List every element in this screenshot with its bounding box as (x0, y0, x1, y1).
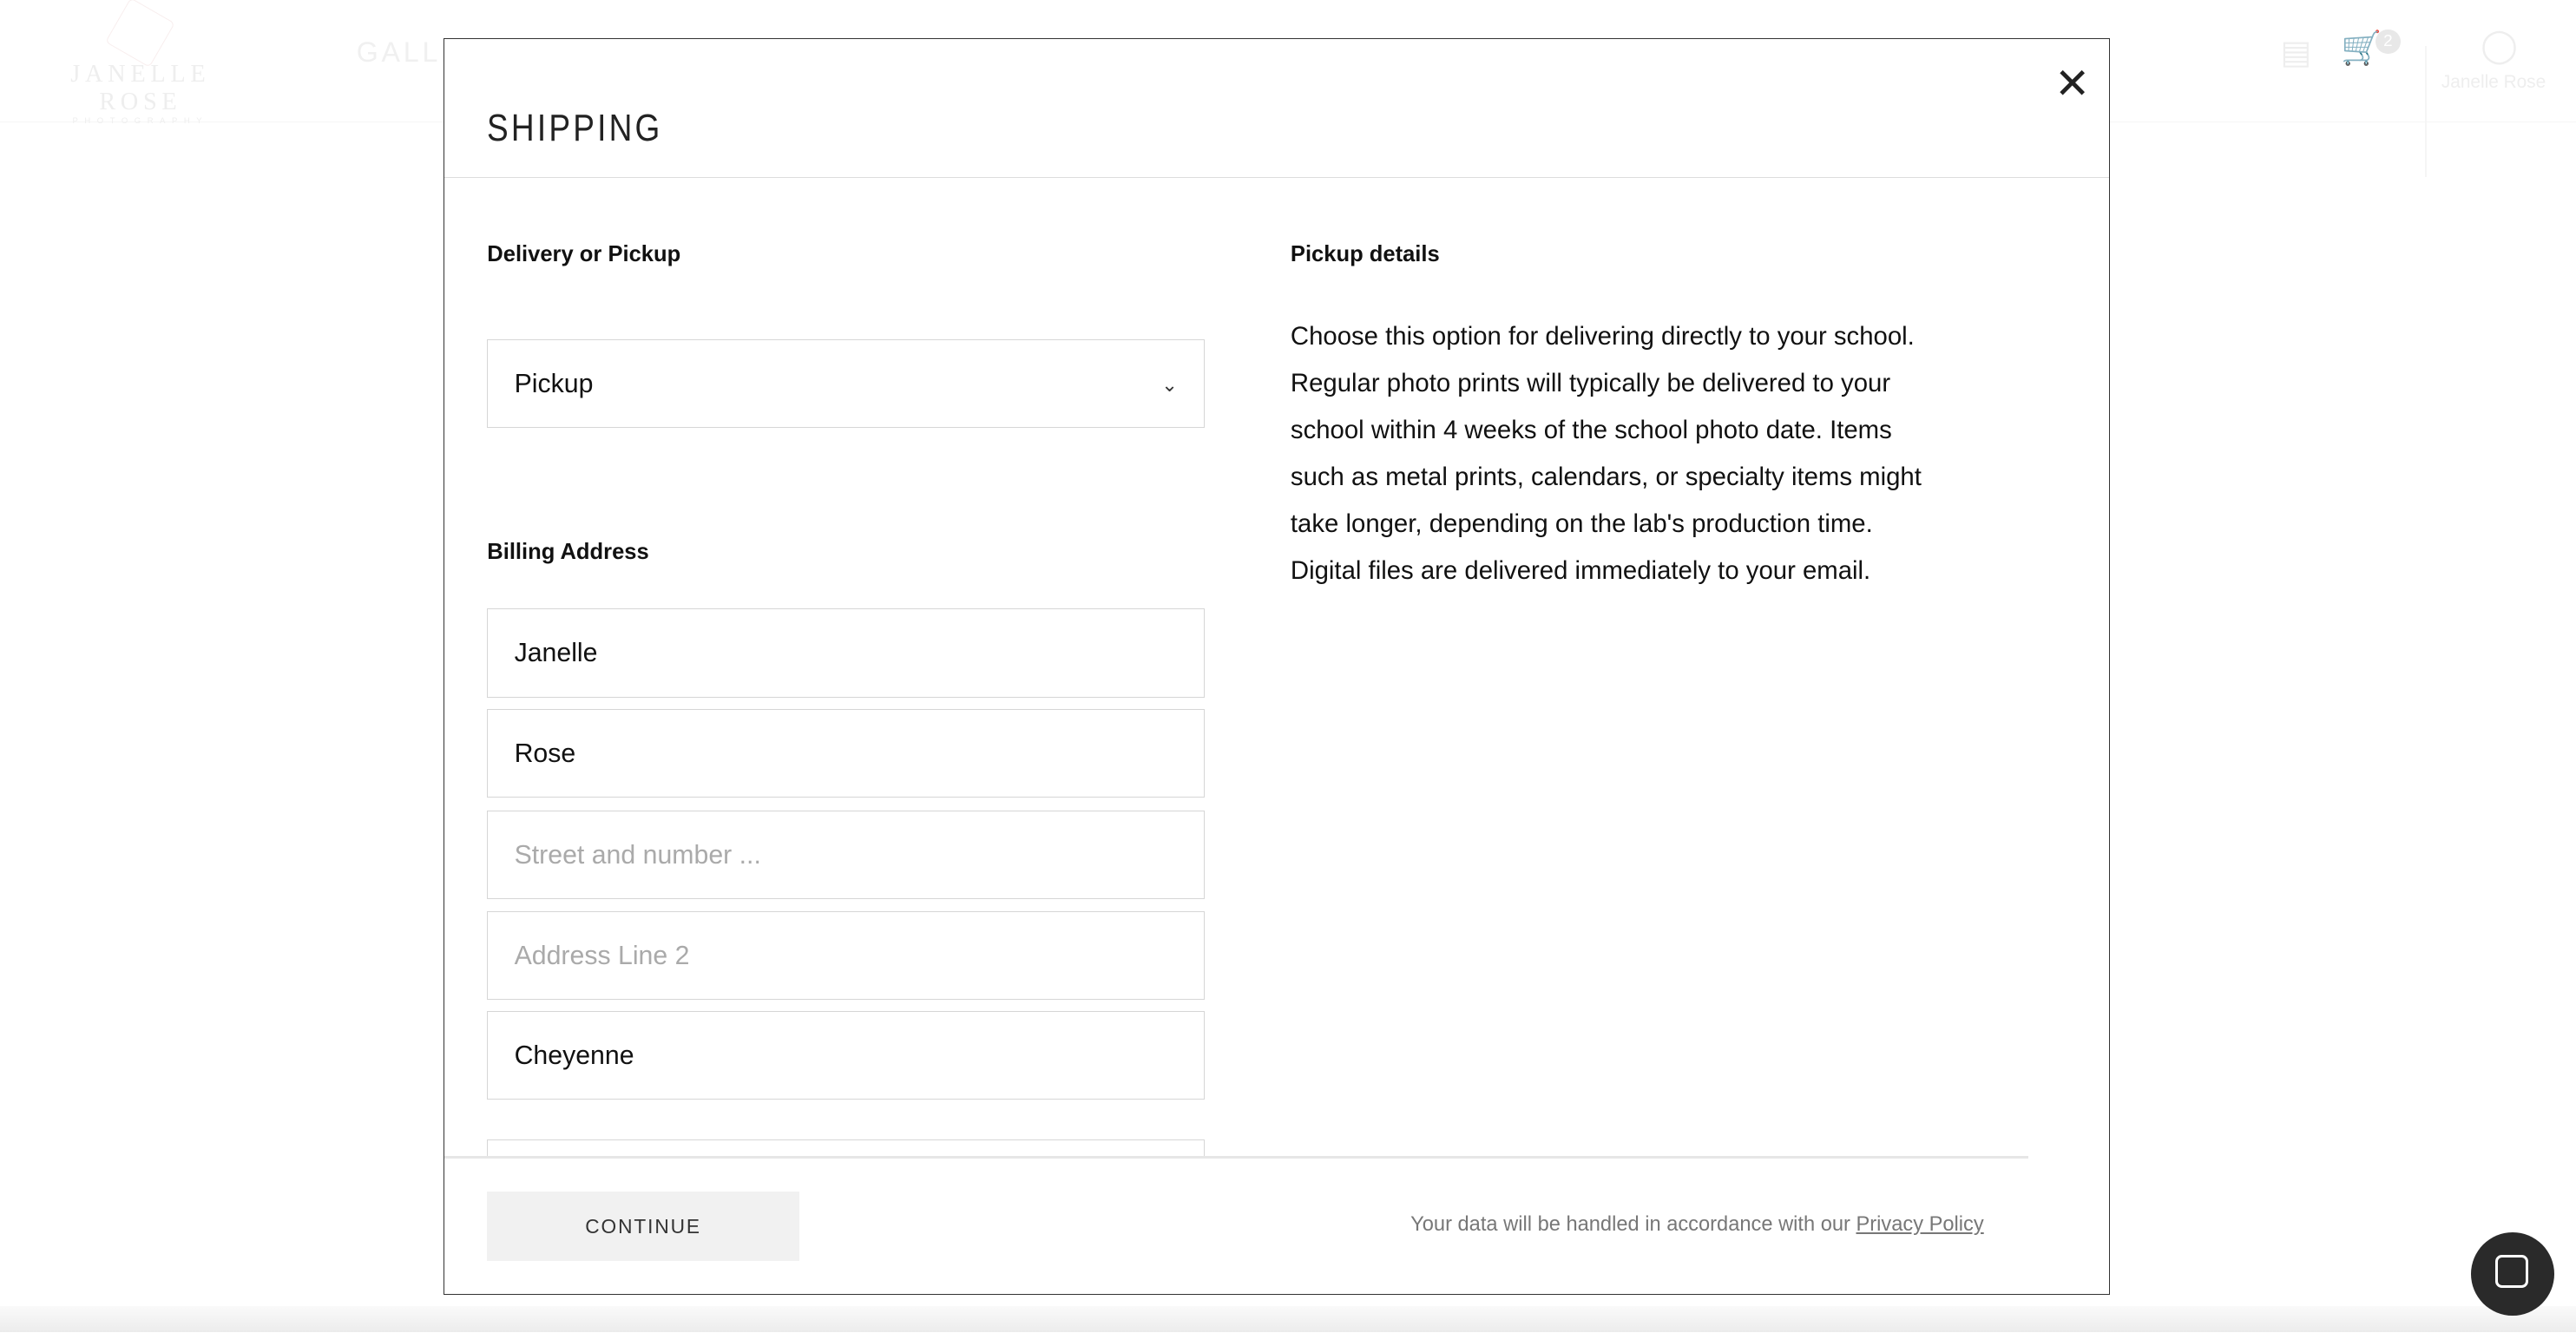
pickup-line: such as metal prints, calendars, or spec… (1290, 463, 1922, 492)
city-input[interactable]: Cheyenne (487, 1011, 1206, 1100)
logo[interactable]: JANELLE ROSE PHOTOGRAPHY (30, 0, 252, 127)
shipping-modal: SHIPPING ✕ Delivery or Pickup Pickup ⌄ B… (444, 37, 2110, 1295)
continue-button[interactable]: CONTINUE (487, 1192, 799, 1261)
clipboard-icon[interactable]: ▤ (2280, 33, 2311, 72)
address-line2-placeholder: Address Line 2 (514, 941, 690, 970)
pickup-line: school within 4 weeks of the school phot… (1290, 415, 1892, 444)
user-icon[interactable]: ◯ (2481, 26, 2517, 65)
logo-name: JANELLE ROSE (70, 61, 211, 116)
first-name-input[interactable]: Janelle (487, 608, 1206, 698)
next-input-partial[interactable] (487, 1139, 1206, 1158)
chevron-down-icon: ⌄ (1161, 372, 1179, 396)
chat-button[interactable] (2470, 1231, 2555, 1317)
page-bottom (0, 1305, 2576, 1333)
logo-sub: PHOTOGRAPHY (72, 116, 209, 127)
close-icon[interactable]: ✕ (2054, 58, 2090, 108)
pickup-line: take longer, depending on the lab's prod… (1290, 509, 1873, 539)
last-name-value: Rose (514, 739, 576, 768)
first-name-value: Janelle (514, 639, 598, 668)
pickup-line: Regular photo prints will typically be d… (1290, 368, 1891, 397)
billing-label: Billing Address (487, 539, 649, 564)
cart-count-badge: 2 (2376, 30, 2401, 55)
pickup-line: Digital files are delivered immediately … (1290, 556, 1871, 586)
pickup-line: Choose this option for delivering direct… (1290, 321, 1915, 351)
pickup-details-text: Choose this option for delivering direct… (1291, 313, 2014, 595)
user-name[interactable]: Janelle Rose (2441, 72, 2546, 93)
header-divider (2424, 46, 2427, 178)
delivery-select[interactable]: Pickup ⌄ (487, 338, 1206, 429)
street-input[interactable]: Street and number ... (487, 811, 1206, 900)
logo-mark-icon (105, 0, 175, 68)
footer-divider (444, 1155, 2028, 1159)
street-placeholder: Street and number ... (514, 841, 761, 870)
pickup-details-title: Pickup details (1290, 242, 1440, 267)
chat-icon (2495, 1255, 2529, 1289)
page: JANELLE ROSE PHOTOGRAPHY GALLE ▤ 🛒 2 ◯ J… (0, 0, 2576, 1333)
delivery-label: Delivery or Pickup (487, 242, 681, 267)
city-value: Cheyenne (514, 1041, 634, 1071)
privacy-text: Your data will be handled in accordance … (1410, 1212, 1856, 1236)
delivery-value: Pickup (514, 369, 594, 398)
modal-title: SHIPPING (487, 108, 663, 150)
cart-icon[interactable]: 🛒 (2341, 30, 2382, 68)
last-name-input[interactable]: Rose (487, 708, 1206, 798)
header-divider (444, 176, 2109, 179)
privacy-notice: Your data will be handled in accordance … (1410, 1213, 1984, 1237)
address-line2-input[interactable]: Address Line 2 (487, 910, 1206, 1000)
privacy-policy-link[interactable]: Privacy Policy (1856, 1213, 1983, 1236)
